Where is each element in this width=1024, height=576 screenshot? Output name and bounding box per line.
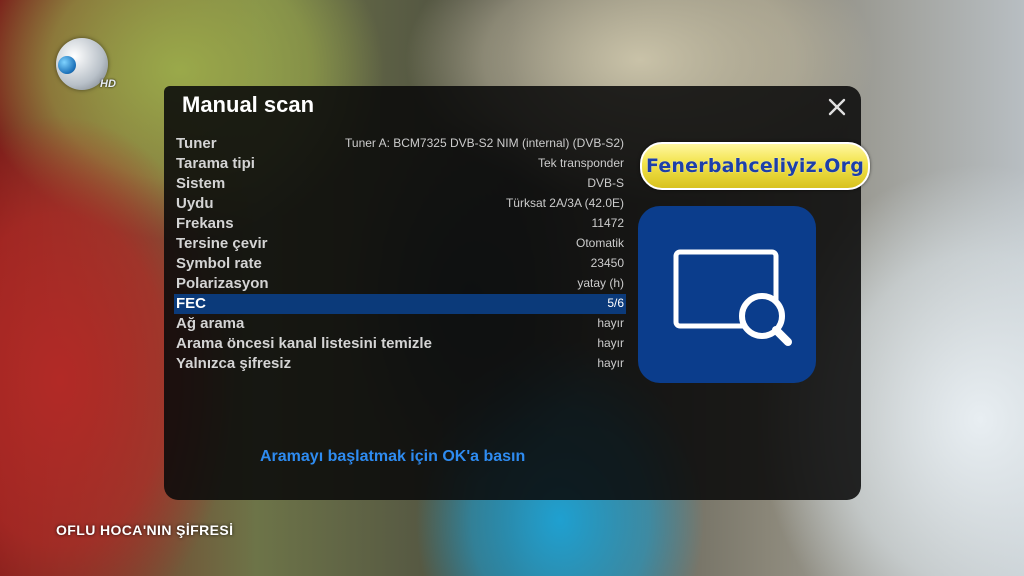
watermark-badge: Fenerbahceliyiz.Org: [640, 142, 870, 190]
setting-label: Tuner: [176, 135, 217, 152]
setting-value: yatay (h): [577, 276, 624, 290]
setting-label: FEC: [176, 295, 206, 312]
dialog-title: Manual scan: [182, 92, 315, 117]
setting-label: Polarizasyon: [176, 275, 269, 292]
setting-value: 11472: [591, 216, 624, 230]
setting-label: Arama öncesi kanal listesini temizle: [176, 335, 432, 352]
setting-value: hayır: [597, 316, 624, 330]
close-button[interactable]: [826, 96, 848, 118]
close-icon: [828, 98, 846, 116]
setting-label: Frekans: [176, 215, 234, 232]
setting-row-polarizasyon[interactable]: Polarizasyon yatay (h): [174, 274, 626, 294]
start-scan-hint: Aramayı başlatmak için OK'a basın: [260, 448, 526, 465]
setting-row-tersine-cevir[interactable]: Tersine çevir Otomatik: [174, 234, 626, 254]
setting-value: Otomatik: [575, 236, 624, 250]
setting-row-clear-channel-list[interactable]: Arama öncesi kanal listesini temizle hay…: [174, 334, 626, 354]
setting-value: Türksat 2A/3A (42.0E): [505, 196, 624, 210]
setting-row-tuner[interactable]: Tuner Tuner A: BCM7325 DVB-S2 NIM (inter…: [174, 134, 626, 154]
channel-logo: HD: [56, 38, 126, 94]
setting-value: hayır: [597, 356, 624, 370]
setting-label: Sistem: [176, 175, 226, 192]
setting-value: 23450: [590, 256, 624, 270]
watermark-text: Fenerbahceliyiz.Org: [645, 155, 865, 177]
setting-row-free-only[interactable]: Yalnızca şifresiz hayır: [174, 354, 626, 374]
setting-row-ag-arama[interactable]: Ağ arama hayır: [174, 314, 626, 334]
setting-label: Tarama tipi: [176, 155, 255, 172]
setting-value: Tuner A: BCM7325 DVB-S2 NIM (internal) (…: [345, 136, 624, 150]
setting-label: Symbol rate: [176, 255, 262, 272]
screen-search-icon: [638, 206, 816, 383]
setting-value: Tek transponder: [537, 156, 624, 170]
setting-row-frekans[interactable]: Frekans 11472: [174, 214, 626, 234]
setting-row-symbol-rate[interactable]: Symbol rate 23450: [174, 254, 626, 274]
program-caption: OFLU HOCA'NIN ŞİFRESİ: [56, 522, 234, 538]
manual-scan-dialog: Manual scan Tuner Tuner A: BCM7325 DVB-S…: [164, 86, 870, 500]
setting-row-sistem[interactable]: Sistem DVB-S: [174, 174, 626, 194]
setting-row-tarama-tipi[interactable]: Tarama tipi Tek transponder: [174, 154, 626, 174]
setting-label: Ağ arama: [176, 315, 245, 332]
globe-icon: [58, 56, 76, 74]
setting-label: Yalnızca şifresiz: [176, 355, 292, 372]
setting-label: Uydu: [176, 195, 214, 212]
settings-list: Tuner Tuner A: BCM7325 DVB-S2 NIM (inter…: [174, 134, 626, 374]
setting-row-fec[interactable]: FEC 5/6: [174, 294, 626, 314]
setting-row-uydu[interactable]: Uydu Türksat 2A/3A (42.0E): [174, 194, 626, 214]
hd-label: HD: [100, 78, 116, 90]
setting-value: DVB-S: [587, 176, 624, 190]
setting-label: Tersine çevir: [176, 235, 268, 252]
setting-value: hayır: [597, 336, 624, 350]
setting-value: 5/6: [607, 296, 624, 310]
